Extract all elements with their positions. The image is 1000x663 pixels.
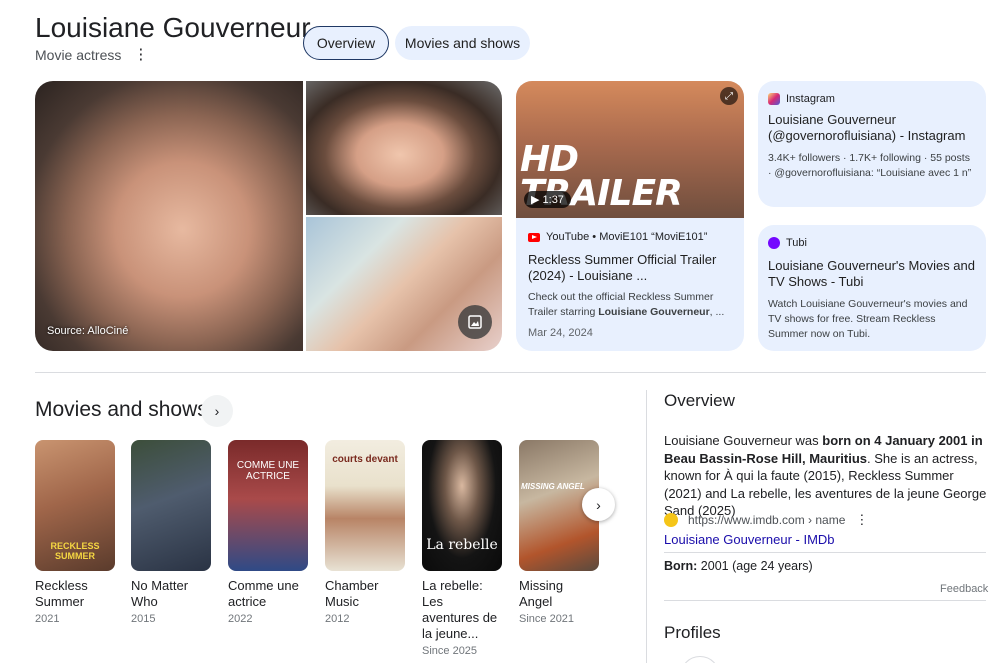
movie-title: No Matter Who — [131, 578, 189, 609]
profiles-title: Profiles — [664, 623, 721, 642]
movie-poster[interactable] — [131, 440, 211, 571]
photo-3[interactable] — [306, 217, 502, 351]
instagram-logo-icon — [768, 93, 780, 105]
card-source: YouTube • MoviE101 “MoviE101” — [528, 231, 734, 243]
card-title[interactable]: Louisiane Gouverneur's Movies and TV Sho… — [768, 258, 976, 290]
tubi-logo-icon — [768, 237, 780, 249]
movie-item[interactable]: COMME UNE ACTRICE Comme une actrice 2022 — [228, 440, 308, 625]
movie-poster[interactable]: courts devant — [325, 440, 405, 571]
movies-section-title[interactable]: Movies and shows — [35, 398, 208, 422]
overview-divider — [664, 552, 986, 553]
movie-title: Missing Angel — [519, 578, 564, 609]
imdb-logo-icon — [664, 513, 678, 527]
card-snippet: Check out the official Reckless Summer T… — [528, 291, 725, 318]
carousel-next-chevron-icon[interactable]: › — [582, 488, 615, 521]
movie-item[interactable]: MISSING ANGEL Missing Angel Since 2021 — [519, 440, 599, 625]
poster-text: COMME UNE ACTRICE — [236, 460, 300, 482]
movie-item[interactable]: La rebelle La rebelle: Les aventures de … — [422, 440, 502, 657]
movie-year: 2012 — [325, 613, 350, 625]
overview-divider-2 — [664, 600, 986, 601]
section-divider — [35, 372, 986, 373]
poster-text: MISSING ANGEL — [521, 482, 585, 491]
poster-text: La rebelle — [426, 537, 498, 553]
card-snippet: Watch Louisiane Gouverneur's movies and … — [768, 298, 968, 340]
subtitle-text: Movie actress — [35, 47, 122, 63]
movie-title: La rebelle: Les aventures de la jeune... — [422, 578, 498, 641]
chevron-right-icon[interactable]: › — [201, 395, 233, 427]
more-options-icon[interactable]: ⋮ — [133, 47, 148, 62]
card-source: Tubi — [768, 237, 976, 249]
movie-title: Reckless Summer — [35, 578, 88, 609]
card-source-label: Tubi — [786, 237, 807, 249]
card-snippet: 3.4K+ followers · 1.7K+ following · 55 p… — [768, 152, 972, 179]
movie-item[interactable]: No Matter Who 2015 — [131, 440, 211, 625]
main-photo[interactable]: Source: AlloCiné — [35, 81, 303, 351]
movie-year: 2022 — [228, 613, 253, 625]
movie-year: 2021 — [35, 613, 60, 625]
image-gallery-icon[interactable] — [458, 305, 492, 339]
movie-poster[interactable]: La rebelle — [422, 440, 502, 571]
youtube-logo-icon — [528, 232, 540, 242]
born-fact: Born: 2001 (age 24 years) — [664, 559, 813, 573]
movie-title: Chamber Music — [325, 578, 379, 609]
instagram-card[interactable]: Instagram Louisiane Gouverneur (@governo… — [758, 81, 986, 207]
imdb-link[interactable]: Louisiane Gouverneur - IMDb — [664, 532, 835, 547]
youtube-video-card[interactable]: HD TRAILER ⤢ ▶ 1:37 YouTube • MoviE101 “M… — [516, 81, 744, 351]
image-source-label: Source: AlloCiné — [47, 325, 129, 337]
page-title: Louisiane Gouverneur — [35, 12, 311, 43]
video-duration: ▶ 1:37 — [524, 191, 571, 208]
more-options-icon[interactable]: ⋮ — [855, 513, 868, 527]
card-date: Mar 24, 2024 — [528, 327, 593, 339]
feedback-link[interactable]: Feedback — [940, 583, 988, 595]
poster-text: RECKLESS SUMMER — [50, 541, 100, 561]
profile-avatar[interactable] — [680, 656, 720, 663]
movie-item[interactable]: courts devant Chamber Music 2012 — [325, 440, 405, 625]
subtitle-row: Movie actress ⋮ — [35, 47, 148, 63]
movie-title: Comme une actrice — [228, 578, 299, 609]
movie-poster[interactable]: COMME UNE ACTRICE — [228, 440, 308, 571]
movie-poster[interactable]: RECKLESS SUMMER — [35, 440, 115, 571]
card-source: Instagram — [768, 93, 976, 105]
movie-year: Since 2021 — [519, 613, 575, 625]
column-divider — [646, 390, 647, 663]
movie-item[interactable]: RECKLESS SUMMER Reckless Summer 2021 — [35, 440, 115, 625]
imdb-url[interactable]: https://www.imdb.com › name — [688, 513, 845, 527]
overview-title: Overview — [664, 391, 735, 410]
tab-movies-and-shows[interactable]: Movies and shows — [395, 26, 530, 60]
tubi-card[interactable]: Tubi Louisiane Gouverneur's Movies and T… — [758, 225, 986, 351]
photo-2[interactable] — [306, 81, 502, 215]
card-title[interactable]: Reckless Summer Official Trailer (2024) … — [528, 252, 734, 284]
card-source-label: Instagram — [786, 93, 835, 105]
imdb-source[interactable]: https://www.imdb.com › name ⋮ — [664, 513, 868, 527]
movie-year: Since 2025 — [422, 645, 478, 657]
video-thumbnail[interactable]: HD TRAILER ⤢ ▶ 1:37 — [516, 81, 744, 218]
overview-description: Louisiane Gouverneur was born on 4 Janua… — [664, 433, 987, 518]
card-source-label: YouTube • MoviE101 “MoviE101” — [546, 231, 708, 243]
tab-overview[interactable]: Overview — [303, 26, 389, 60]
movie-year: 2015 — [131, 613, 156, 625]
expand-icon[interactable]: ⤢ — [720, 87, 738, 105]
poster-text: courts devant — [332, 454, 398, 465]
card-title[interactable]: Louisiane Gouverneur (@governorofluisian… — [768, 112, 976, 144]
